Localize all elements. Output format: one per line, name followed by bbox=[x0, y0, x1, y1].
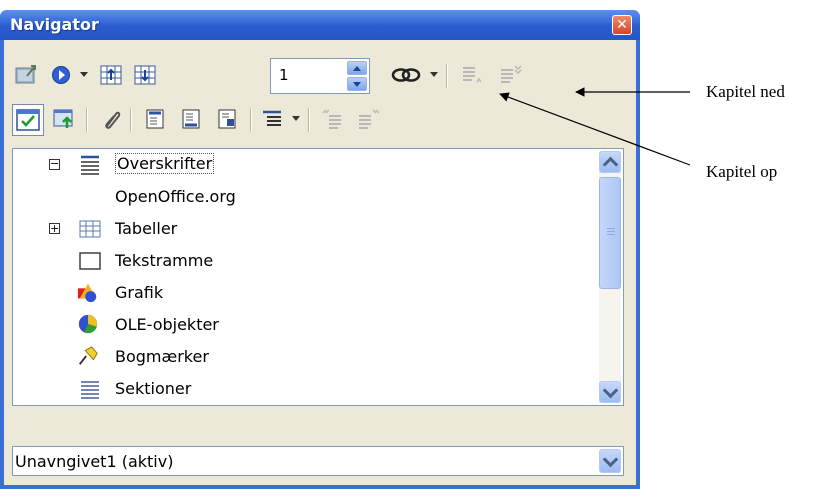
annotation-kapitel-op: Kapitel op bbox=[706, 162, 778, 181]
callout-arrows bbox=[499, 87, 691, 166]
annotation-kapitel-ned: Kapitel ned bbox=[706, 82, 785, 101]
arrow-kapitel-op bbox=[499, 92, 691, 166]
